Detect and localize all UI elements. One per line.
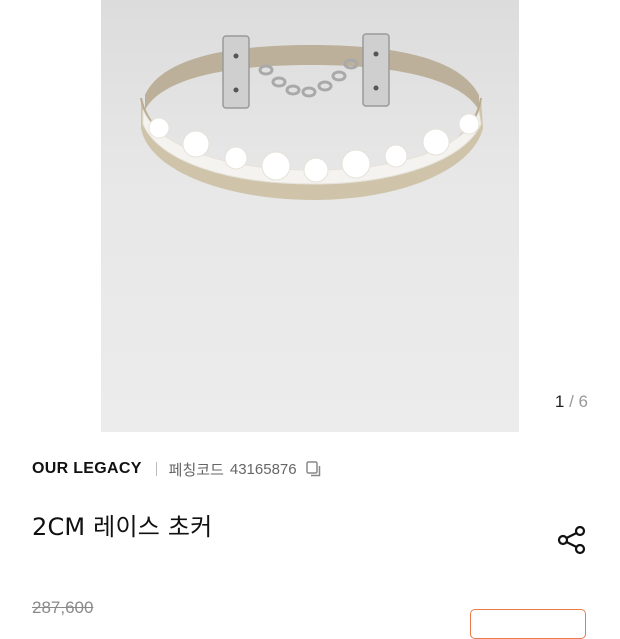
copy-icon[interactable] [305,460,323,478]
image-counter-separator: / [569,392,574,411]
divider [155,462,157,476]
image-counter-current: 1 [554,392,565,411]
coupon-button[interactable] [470,609,586,639]
share-button[interactable] [554,522,590,558]
image-gallery[interactable]: 1 / 6 [0,0,620,432]
choker-illustration [140,33,483,200]
product-image[interactable] [101,0,519,432]
product-code-label: 페칭코드 [168,461,224,479]
product-title: 2CM 레이스 초커 [32,513,213,541]
image-counter: 1 / 6 [555,392,588,412]
original-price: 287,600 [32,598,94,617]
brand-row: OUR LEGACY 페칭코드 43165876 [32,458,323,480]
share-icon [557,525,586,555]
product-code-value: 43165876 [229,460,297,478]
brand-name-link[interactable]: OUR LEGACY [32,460,142,478]
image-counter-total: 6 [578,392,588,411]
